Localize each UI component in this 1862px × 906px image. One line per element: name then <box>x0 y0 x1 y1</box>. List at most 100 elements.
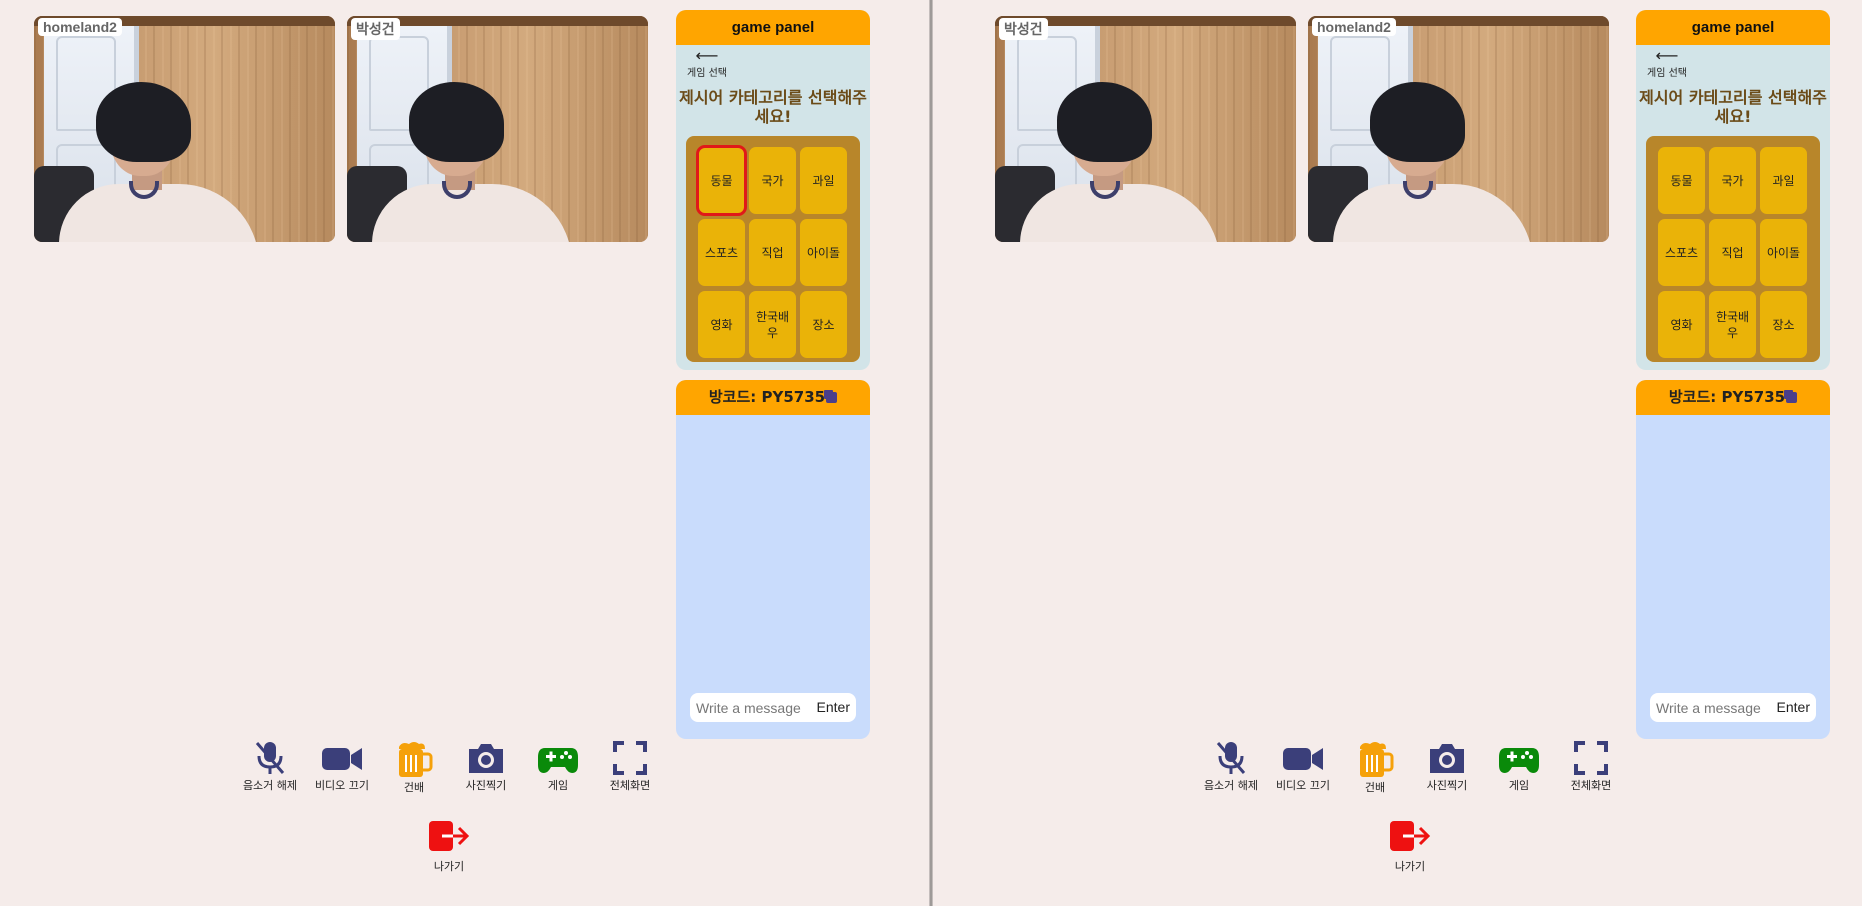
control-label: 비디오 끄기 <box>314 779 370 792</box>
fullscreen-button[interactable]: 전체화면 <box>1561 740 1621 793</box>
cheers-button[interactable]: 건배 <box>384 740 444 795</box>
mic-off-icon <box>1216 742 1246 774</box>
cheers-button[interactable]: 건배 <box>1345 740 1405 795</box>
exit-label: 나가기 <box>433 860 465 873</box>
fullscreen-button[interactable]: 전체화면 <box>600 740 660 793</box>
video-camera-icon <box>1283 748 1323 770</box>
control-label: 게임 <box>547 779 569 792</box>
control-bar: 음소거 해제 비디오 끄기 건배 사진찍기 게임 전체화면 <box>240 740 660 820</box>
video-tile: homeland2 <box>1308 16 1609 242</box>
participant-name: 박성건 <box>351 18 400 40</box>
beer-mug-icon <box>1360 742 1394 777</box>
mute-toggle-button[interactable]: 음소거 해제 <box>240 740 300 793</box>
control-label: 사진찍기 <box>1426 779 1468 792</box>
control-label: 음소거 해제 <box>1203 779 1259 792</box>
video-camera-icon <box>322 748 362 770</box>
category-button-country[interactable]: 국가 <box>749 147 796 214</box>
take-photo-button[interactable]: 사진찍기 <box>456 740 516 793</box>
video-tile: 박성건 <box>995 16 1296 242</box>
category-grid: 동물 국가 과일 스포츠 직업 아이돌 영화 한국배우 장소 <box>686 136 860 362</box>
category-grid: 동물 국가 과일 스포츠 직업 아이돌 영화 한국배우 장소 <box>1646 136 1820 362</box>
category-button-idol[interactable]: 아이돌 <box>800 219 847 286</box>
copy-icon[interactable] <box>826 392 838 403</box>
back-arrow-icon: ⟵ <box>695 46 719 65</box>
category-button-place[interactable]: 장소 <box>1760 291 1807 358</box>
control-label: 사진찍기 <box>465 779 507 792</box>
control-label: 음소거 해제 <box>242 779 298 792</box>
category-button-movie[interactable]: 영화 <box>1658 291 1705 358</box>
room-code: 방코드: PY5735 <box>1668 388 1786 406</box>
back-arrow-icon: ⟵ <box>1655 46 1679 65</box>
participant-name: 박성건 <box>999 18 1048 40</box>
game-button[interactable]: 게임 <box>1489 740 1549 793</box>
right-client-view: 박성건 homeland2 음소거 해제 비디오 끄기 건배 사진찍기 게임 전… <box>933 0 1862 906</box>
message-box: Enter <box>690 693 856 722</box>
category-button-sports[interactable]: 스포츠 <box>1658 219 1705 286</box>
game-panel: game panel ⟵ 게임 선택 제시어 카테고리를 선택해주세요! 동물 … <box>1636 10 1830 370</box>
category-button-idol[interactable]: 아이돌 <box>1760 219 1807 286</box>
room-code: 방코드: PY5735 <box>708 388 826 406</box>
category-button-sports[interactable]: 스포츠 <box>698 219 745 286</box>
category-button-fruit[interactable]: 과일 <box>1760 147 1807 214</box>
room-code-header: 방코드: PY5735 <box>676 380 870 415</box>
take-photo-button[interactable]: 사진찍기 <box>1417 740 1477 793</box>
video-tile: homeland2 <box>34 16 335 242</box>
send-button[interactable]: Enter <box>817 697 850 718</box>
game-panel-title: game panel <box>1636 10 1830 45</box>
gamepad-icon <box>538 748 578 773</box>
video-toggle-button[interactable]: 비디오 끄기 <box>312 740 372 793</box>
fullscreen-icon <box>613 741 647 775</box>
mic-off-icon <box>255 742 285 774</box>
copy-icon[interactable] <box>1786 392 1798 403</box>
video-tile: 박성건 <box>347 16 648 242</box>
control-label: 전체화면 <box>1570 779 1612 792</box>
send-button[interactable]: Enter <box>1777 697 1810 718</box>
control-label: 전체화면 <box>609 779 651 792</box>
camera-icon <box>469 744 503 773</box>
back-label: 게임 선택 <box>1647 68 1687 79</box>
control-label: 건배 <box>1364 781 1386 794</box>
fullscreen-icon <box>1574 741 1608 775</box>
participant-name: homeland2 <box>38 18 122 36</box>
control-label: 게임 <box>1508 779 1530 792</box>
back-to-game-select-button[interactable]: ⟵ 게임 선택 <box>682 46 732 80</box>
category-button-korean-actor[interactable]: 한국배우 <box>1709 291 1756 358</box>
back-to-game-select-button[interactable]: ⟵ 게임 선택 <box>1642 46 1692 80</box>
category-button-fruit[interactable]: 과일 <box>800 147 847 214</box>
control-label: 비디오 끄기 <box>1275 779 1331 792</box>
camera-icon <box>1430 744 1464 773</box>
category-button-animal[interactable]: 동물 <box>1658 147 1705 214</box>
category-button-place[interactable]: 장소 <box>800 291 847 358</box>
category-button-job[interactable]: 직업 <box>1709 219 1756 286</box>
game-panel: game panel ⟵ 게임 선택 제시어 카테고리를 선택해주세요! 동물 … <box>676 10 870 370</box>
message-box: Enter <box>1650 693 1816 722</box>
message-input[interactable] <box>1656 697 1766 718</box>
exit-button[interactable]: 나가기 <box>1380 820 1440 874</box>
room-code-header: 방코드: PY5735 <box>1636 380 1830 415</box>
mute-toggle-button[interactable]: 음소거 해제 <box>1201 740 1261 793</box>
left-client-view: homeland2 박성건 음소거 해제 비디오 끄기 건배 사진찍기 게임 전… <box>0 0 929 906</box>
back-label: 게임 선택 <box>687 68 727 79</box>
message-input[interactable] <box>696 697 806 718</box>
gamepad-icon <box>1499 748 1539 773</box>
exit-label: 나가기 <box>1394 860 1426 873</box>
game-panel-title: game panel <box>676 10 870 45</box>
exit-icon <box>429 821 470 851</box>
category-button-korean-actor[interactable]: 한국배우 <box>749 291 796 358</box>
category-prompt: 제시어 카테고리를 선택해주세요! <box>679 88 867 126</box>
participant-name: homeland2 <box>1312 18 1396 36</box>
chat-panel: 방코드: PY5735 Enter <box>676 380 870 739</box>
category-button-country[interactable]: 국가 <box>1709 147 1756 214</box>
beer-mug-icon <box>399 742 433 777</box>
game-button[interactable]: 게임 <box>528 740 588 793</box>
category-button-animal[interactable]: 동물 <box>696 145 747 216</box>
category-button-movie[interactable]: 영화 <box>698 291 745 358</box>
video-toggle-button[interactable]: 비디오 끄기 <box>1273 740 1333 793</box>
category-prompt: 제시어 카테고리를 선택해주세요! <box>1639 88 1827 126</box>
exit-icon <box>1390 821 1431 851</box>
chat-panel: 방코드: PY5735 Enter <box>1636 380 1830 739</box>
control-label: 건배 <box>403 781 425 794</box>
control-bar: 음소거 해제 비디오 끄기 건배 사진찍기 게임 전체화면 <box>1201 740 1621 820</box>
exit-button[interactable]: 나가기 <box>419 820 479 874</box>
category-button-job[interactable]: 직업 <box>749 219 796 286</box>
